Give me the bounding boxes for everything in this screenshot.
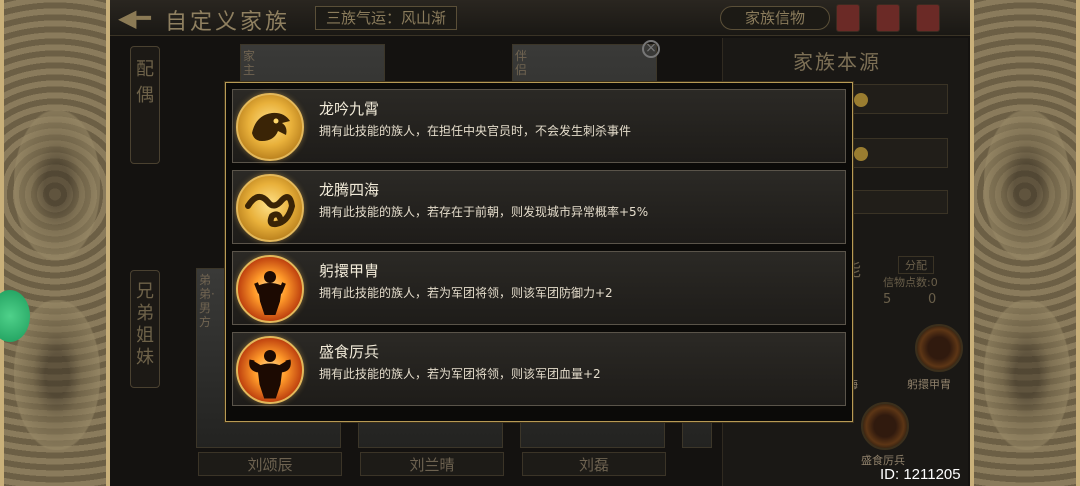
coin-icon [854, 92, 869, 107]
mini-skill-label: 躬擐甲胄 [907, 378, 951, 391]
skill-row[interactable]: 龙吟九霄 拥有此技能的族人，在担任中央官员时，不会发生刺杀事件 [232, 89, 846, 163]
user-id-label: ID: 1211205 [880, 466, 961, 483]
dragon-ornament-icon [14, 110, 100, 260]
skill-description: 拥有此技能的族人，若为军团将领，则该军团防御力+2 [319, 286, 613, 300]
flag-icon[interactable] [836, 4, 860, 32]
warrior-icon [236, 255, 304, 323]
family-token-button[interactable]: 家族信物 [720, 6, 830, 30]
skill-name: 龙腾四海 [319, 181, 380, 199]
skill-list-popup: 龙吟九霄 拥有此技能的族人，在担任中央官员时，不会发生刺杀事件 龙腾四海 拥有此… [225, 82, 853, 422]
count-b: 0 [928, 292, 937, 307]
family-origin-title: 家族本源 [793, 50, 881, 74]
siblings-label: 兄弟姐妹 [130, 270, 160, 388]
skill-description: 拥有此技能的族人，若存在于前朝，则发现城市异常概率+5% [319, 205, 649, 219]
skill-description: 拥有此技能的族人，若为军团将领，则该军团血量+2 [319, 367, 601, 381]
flexing-warrior-icon [236, 336, 304, 404]
sibling-name: 刘兰晴 [360, 452, 504, 476]
close-icon[interactable]: × [642, 40, 660, 58]
distribute-button[interactable]: 分配 [898, 256, 934, 274]
dragon-coil-icon [236, 174, 304, 242]
skill-row[interactable]: 盛食厉兵 拥有此技能的族人，若为军团将领，则该军团血量+2 [232, 332, 846, 406]
sibling-tag: 弟弟·男方 [199, 273, 215, 329]
token-points-label: 信物点数:0 [883, 276, 938, 289]
skill-row[interactable]: 龙腾四海 拥有此技能的族人，若存在于前朝，则发现城市异常概率+5% [232, 170, 846, 244]
clan-luck-label: 三族气运：风山渐 [315, 6, 458, 30]
coin-icon [854, 146, 869, 161]
back-arrow-icon[interactable]: ◀━ [118, 4, 151, 32]
dragon-ornament-icon [984, 110, 1070, 260]
sibling-name: 刘颂辰 [198, 452, 342, 476]
spouse-label: 配偶 [130, 46, 160, 164]
family-head-tag: 家主 [243, 49, 256, 77]
skill-name: 躬擐甲胄 [319, 262, 380, 280]
skill-row[interactable]: 躬擐甲胄 拥有此技能的族人，若为军团将领，则该军团防御力+2 [232, 251, 846, 325]
skill-description: 拥有此技能的族人，在担任中央官员时，不会发生刺杀事件 [319, 124, 632, 138]
skill-mini-icon[interactable] [915, 324, 963, 372]
count-a: 5 [883, 292, 892, 307]
sibling-name: 刘磊 [522, 452, 666, 476]
skill-name: 盛食厉兵 [319, 343, 380, 361]
left-ornament-panel [0, 0, 110, 486]
right-ornament-panel [970, 0, 1080, 486]
top-bar: ◀━ 自定义家族 三族气运：风山渐 家族信物 [110, 0, 970, 36]
flag-icon[interactable] [876, 4, 900, 32]
flag-icon[interactable] [916, 4, 940, 32]
skill-mini-icon[interactable] [861, 402, 909, 450]
dragon-ornament-icon [984, 300, 1070, 450]
dragon-head-icon [236, 93, 304, 161]
skill-name: 龙吟九霄 [319, 100, 380, 118]
page-title: 自定义家族 [165, 10, 291, 35]
partner-tag: 伴侣 [515, 49, 528, 77]
